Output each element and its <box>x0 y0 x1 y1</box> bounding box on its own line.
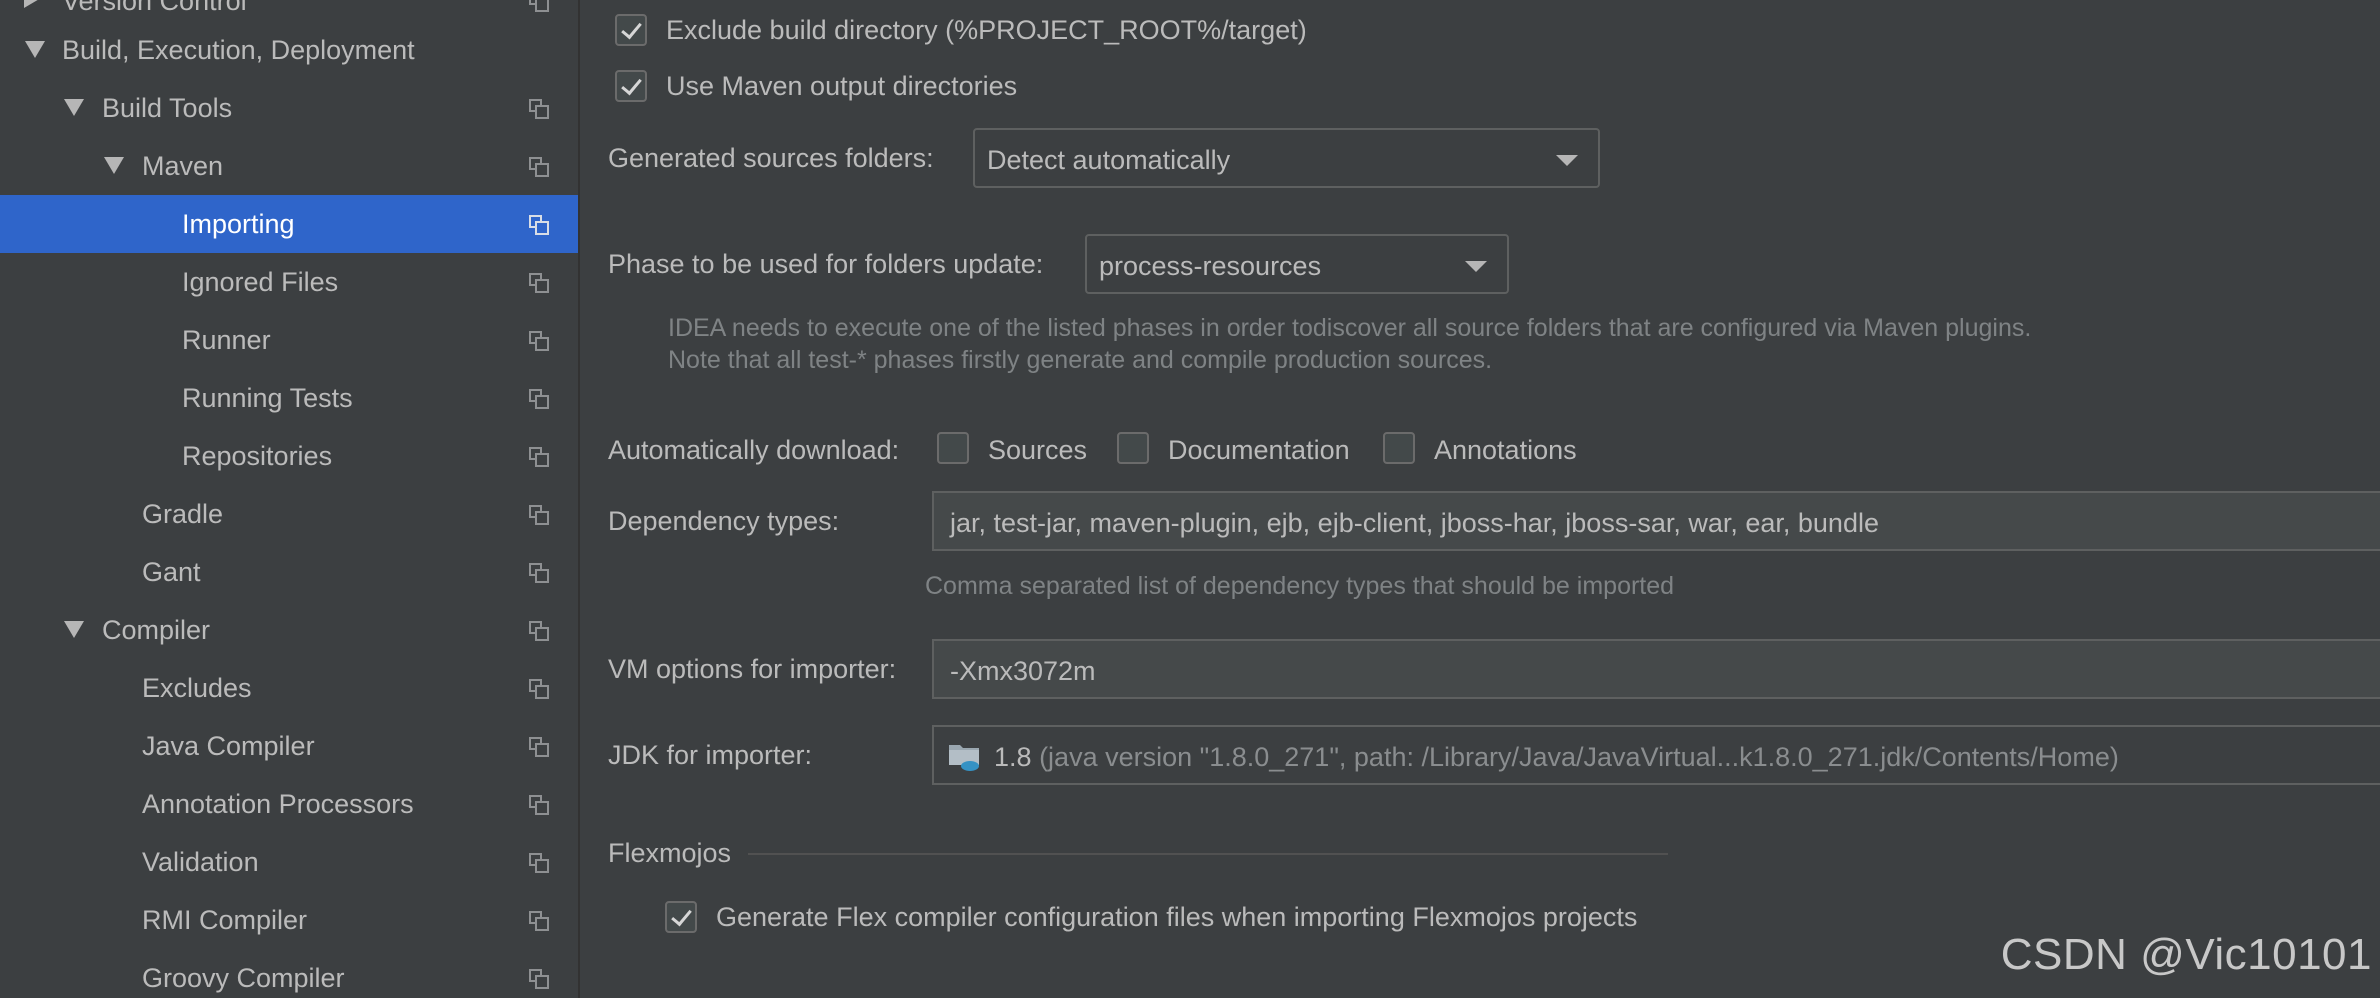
project-settings-icon <box>529 273 549 293</box>
tree-item-build-tools[interactable]: Build Tools <box>0 79 578 137</box>
phase-hint-line-1: IDEA needs to execute one of the listed … <box>668 314 2032 342</box>
tree-item-label: Build, Execution, Deployment <box>62 35 415 65</box>
tree-item-maven[interactable]: Maven <box>0 137 578 195</box>
tree-item-label: Ignored Files <box>182 267 339 297</box>
chevron-down-icon <box>1556 155 1578 166</box>
vm-options-input[interactable]: -Xmx3072m <box>932 639 2380 699</box>
project-settings-icon <box>529 447 549 467</box>
project-settings-icon <box>529 795 549 815</box>
collapse-arrow-icon[interactable] <box>25 41 45 58</box>
tree-item-label: Java Compiler <box>142 731 315 761</box>
vm-options-label: VM options for importer: <box>608 654 897 684</box>
tree-item-java-compiler[interactable]: Java Compiler <box>0 717 578 775</box>
project-settings-icon <box>529 621 549 641</box>
tree-item-label: Running Tests <box>182 383 353 413</box>
project-settings-icon <box>529 331 549 351</box>
watermark: CSDN @Vic10101 <box>2000 930 2372 979</box>
project-settings-icon <box>529 215 549 235</box>
tree-item-running-tests[interactable]: Running Tests <box>0 369 578 427</box>
tree-item-label: Gant <box>142 557 201 587</box>
download-sources-label: Sources <box>988 435 1088 465</box>
tree-item-label: Annotation Processors <box>142 789 414 819</box>
expand-arrow-icon[interactable] <box>24 0 41 8</box>
dependency-types-input[interactable]: jar, test-jar, maven-plugin, ejb, ejb-cl… <box>932 491 2380 551</box>
tree-item-label: Build Tools <box>102 93 233 123</box>
jdk-dropdown[interactable]: 1.8 (java version "1.8.0_271", path: /Li… <box>932 725 2380 785</box>
download-annotations-label: Annotations <box>1434 435 1577 465</box>
chevron-down-icon <box>1465 261 1487 272</box>
tree-item-excludes[interactable]: Excludes <box>0 659 578 717</box>
maven-importing-panel: Exclude build directory (%PROJECT_ROOT%/… <box>580 0 2380 998</box>
download-annotations-checkbox[interactable] <box>1383 432 1415 464</box>
tree-item-repositories[interactable]: Repositories <box>0 427 578 485</box>
use-maven-output-checkbox[interactable] <box>615 70 647 102</box>
download-documentation-checkbox[interactable] <box>1117 432 1149 464</box>
tree-item-label: Compiler <box>102 615 211 645</box>
project-settings-icon <box>529 563 549 583</box>
phase-label: Phase to be used for folders update: <box>608 249 1044 279</box>
tree-item-label: Version Control <box>62 0 247 16</box>
project-settings-icon <box>529 389 549 409</box>
tree-item-label: Runner <box>182 325 271 355</box>
generate-flex-config-label: Generate Flex compiler configuration fil… <box>716 902 1638 932</box>
tree-item-gant[interactable]: Gant <box>0 543 578 601</box>
dependency-types-label: Dependency types: <box>608 506 840 536</box>
project-settings-icon <box>529 505 549 525</box>
tree-item-label: Groovy Compiler <box>142 963 345 993</box>
tree-item-label: Repositories <box>182 441 333 471</box>
tree-item-annotation-processors[interactable]: Annotation Processors <box>0 775 578 833</box>
collapse-arrow-icon[interactable] <box>104 157 124 174</box>
settings-window: Version Control Build, Execution, Deploy… <box>0 0 2380 998</box>
tree-item-rmi-compiler[interactable]: RMI Compiler <box>0 891 578 949</box>
section-divider <box>748 853 1668 855</box>
project-settings-icon <box>529 99 549 119</box>
tree-item-groovy-compiler[interactable]: Groovy Compiler <box>0 949 578 998</box>
tree-item-compiler[interactable]: Compiler <box>0 601 578 659</box>
tree-item-label: Gradle <box>142 499 224 529</box>
project-settings-icon <box>529 679 549 699</box>
vm-options-value: -Xmx3072m <box>950 656 1096 686</box>
tree-item-label: Maven <box>142 151 224 181</box>
download-documentation-label: Documentation <box>1168 435 1350 465</box>
download-sources-checkbox[interactable] <box>937 432 969 464</box>
project-settings-icon <box>529 737 549 757</box>
folder-icon <box>949 745 979 771</box>
project-settings-icon <box>529 853 549 873</box>
tree-item-gradle[interactable]: Gradle <box>0 485 578 543</box>
collapse-arrow-icon[interactable] <box>64 621 84 638</box>
collapse-arrow-icon[interactable] <box>64 99 84 116</box>
phase-dropdown[interactable]: process-resources <box>1085 234 1509 294</box>
flexmojos-section-title: Flexmojos <box>608 838 732 868</box>
exclude-build-dir-label: Exclude build directory (%PROJECT_ROOT%/… <box>666 15 1307 45</box>
generated-sources-dropdown[interactable]: Detect automatically <box>973 128 1600 188</box>
tree-item-label: Excludes <box>142 673 252 703</box>
tree-item-label: Validation <box>142 847 259 877</box>
project-settings-icon <box>529 157 549 177</box>
generate-flex-config-checkbox[interactable] <box>665 901 697 933</box>
tree-item-ignored-files[interactable]: Ignored Files <box>0 253 578 311</box>
auto-download-label: Automatically download: <box>608 435 900 465</box>
tree-item-label: Importing <box>182 209 295 239</box>
jdk-details: (java version "1.8.0_271", path: /Librar… <box>1039 742 2119 772</box>
project-settings-icon <box>529 0 549 12</box>
tree-item-validation[interactable]: Validation <box>0 833 578 891</box>
tree-item-label: RMI Compiler <box>142 905 308 935</box>
jdk-label: JDK for importer: <box>608 740 813 770</box>
generated-sources-label: Generated sources folders: <box>608 143 934 173</box>
settings-tree: Version Control Build, Execution, Deploy… <box>0 0 580 998</box>
exclude-build-dir-checkbox[interactable] <box>615 14 647 46</box>
dependency-types-value: jar, test-jar, maven-plugin, ejb, ejb-cl… <box>950 508 1879 538</box>
jdk-version: 1.8 <box>994 742 1032 772</box>
tree-item-importing[interactable]: Importing <box>0 195 578 253</box>
project-settings-icon <box>529 969 549 989</box>
tree-item-build-execution-deployment[interactable]: Build, Execution, Deployment <box>0 21 578 79</box>
generated-sources-value: Detect automatically <box>987 145 1231 175</box>
use-maven-output-label: Use Maven output directories <box>666 71 1018 101</box>
phase-hint-line-2: Note that all test-* phases firstly gene… <box>668 346 1493 374</box>
jdk-value: 1.8 (java version "1.8.0_271", path: /Li… <box>994 742 2119 773</box>
tree-item-runner[interactable]: Runner <box>0 311 578 369</box>
phase-value: process-resources <box>1099 251 1322 281</box>
dependency-types-hint: Comma separated list of dependency types… <box>925 572 1675 600</box>
project-settings-icon <box>529 911 549 931</box>
